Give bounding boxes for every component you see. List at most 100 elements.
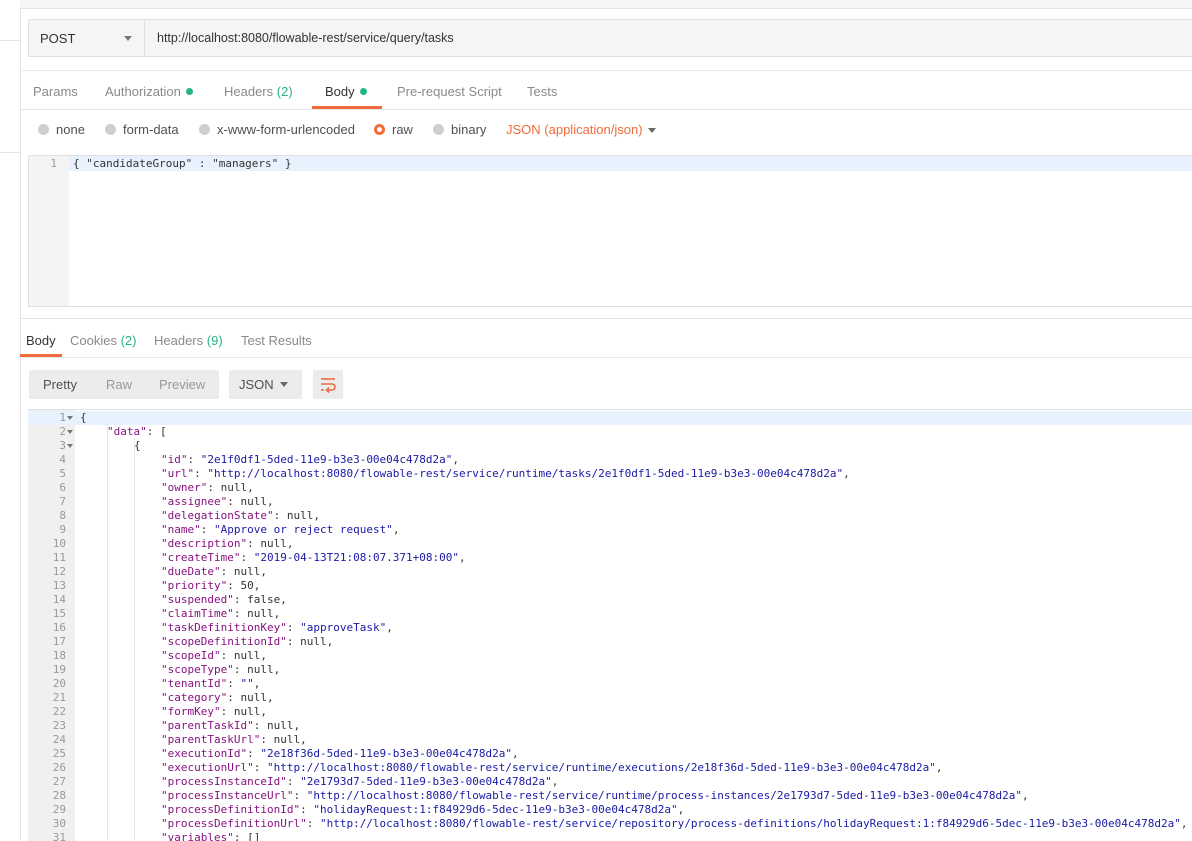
- code-text: "processDefinitionUrl": "http://localhos…: [161, 817, 1188, 830]
- radio-label: none: [56, 122, 85, 137]
- url-input[interactable]: http://localhost:8080/flowable-rest/serv…: [157, 31, 454, 45]
- line-number: 18: [52, 649, 66, 662]
- sidebar-divider: [0, 40, 20, 41]
- wrap-lines-button[interactable]: [313, 370, 343, 399]
- fold-toggle-icon[interactable]: [67, 430, 73, 434]
- tab-response-headers[interactable]: Headers (9): [154, 333, 223, 348]
- line-number: 1: [50, 157, 57, 170]
- line-number: 26: [52, 761, 66, 774]
- line-number: 4: [59, 453, 66, 466]
- code-line: 24 "parentTaskUrl": null,: [28, 733, 1192, 747]
- code-line: 12 "dueDate": null,: [28, 565, 1192, 579]
- headers-count: (2): [276, 84, 293, 99]
- code-text: "scopeType": null,: [161, 663, 281, 676]
- tab-authorization[interactable]: Authorization: [105, 84, 193, 99]
- radio-urlencoded[interactable]: x-www-form-urlencoded: [199, 122, 355, 137]
- chevron-down-icon: [124, 36, 132, 41]
- chevron-down-icon[interactable]: [648, 128, 656, 133]
- line-gutter: [29, 156, 69, 306]
- code-line: 2 "data": [: [28, 425, 1192, 439]
- code-text: "parentTaskId": null,: [161, 719, 301, 732]
- radio-none[interactable]: none: [38, 122, 85, 137]
- method-value: POST: [40, 31, 76, 46]
- tab-label: Headers: [154, 333, 204, 348]
- raw-button[interactable]: Raw: [106, 377, 132, 392]
- pane-divider[interactable]: [20, 318, 1192, 319]
- active-tab-indicator: [312, 106, 382, 109]
- response-headers-count: (9): [206, 333, 223, 348]
- code-text: "executionId": "2e18f36d-5ded-11e9-b3e3-…: [161, 747, 519, 760]
- tab-prerequest-script[interactable]: Pre-request Script: [397, 84, 502, 99]
- line-number: 20: [52, 677, 66, 690]
- code-text: "processInstanceUrl": "http://localhost:…: [161, 789, 1029, 802]
- radio-icon: [38, 124, 49, 135]
- code-line: 25 "executionId": "2e18f36d-5ded-11e9-b3e…: [28, 747, 1192, 761]
- tab-headers[interactable]: Headers (2): [224, 84, 293, 99]
- radio-form-data[interactable]: form-data: [105, 122, 179, 137]
- sidebar-divider: [0, 152, 20, 153]
- method-select[interactable]: POST: [29, 20, 145, 56]
- code-line: 1{: [28, 411, 1192, 425]
- code-text: "name": "Approve or reject request",: [161, 523, 400, 536]
- code-text: "owner": null,: [161, 481, 254, 494]
- tab-label: Headers: [224, 84, 274, 99]
- code-line: 10 "description": null,: [28, 537, 1192, 551]
- tab-test-results[interactable]: Test Results: [241, 333, 312, 348]
- code-text: "taskDefinitionKey": "approveTask",: [161, 621, 393, 634]
- radio-label: raw: [392, 122, 413, 137]
- tab-body[interactable]: Body: [325, 84, 367, 99]
- code-line: 19 "scopeType": null,: [28, 663, 1192, 677]
- code-text: "category": null,: [161, 691, 274, 704]
- code-line: 28 "processInstanceUrl": "http://localhos…: [28, 789, 1192, 803]
- code-line: 27 "processInstanceId": "2e1793d7-5ded-11…: [28, 775, 1192, 789]
- response-body-viewer[interactable]: 1{2 "data": [3{4 "id": "2e1f0df1-5ded-11e9…: [28, 409, 1192, 841]
- line-number: 24: [52, 733, 66, 746]
- code-line: 9 "name": "Approve or reject request",: [28, 523, 1192, 537]
- code-text: "dueDate": null,: [161, 565, 267, 578]
- line-number: 14: [52, 593, 66, 606]
- tab-params[interactable]: Params: [33, 84, 78, 99]
- fold-toggle-icon[interactable]: [67, 416, 73, 420]
- code-text: "description": null,: [161, 537, 294, 550]
- line-number: 13: [52, 579, 66, 592]
- code-line: 6 "owner": null,: [28, 481, 1192, 495]
- pretty-button[interactable]: Pretty: [43, 377, 77, 392]
- code-line: 4 "id": "2e1f0df1-5ded-11e9-b3e3-00e04c47…: [28, 453, 1192, 467]
- request-body-text: { "candidateGroup" : "managers" }: [73, 157, 292, 170]
- request-tabs: Params Authorization Headers (2) Body Pr…: [20, 70, 1192, 110]
- preview-button[interactable]: Preview: [159, 377, 205, 392]
- code-line: 5 "url": "http://localhost:8080/flowable-…: [28, 467, 1192, 481]
- wrap-lines-icon: [321, 378, 336, 394]
- radio-icon: [105, 124, 116, 135]
- code-text: {: [80, 411, 87, 424]
- code-text: "suspended": false,: [161, 593, 287, 606]
- chevron-down-icon: [280, 382, 288, 387]
- tab-tests[interactable]: Tests: [527, 84, 557, 99]
- code-text: "parentTaskUrl": null,: [161, 733, 307, 746]
- tab-cookies[interactable]: Cookies (2): [70, 333, 136, 348]
- format-select[interactable]: JSON: [229, 370, 302, 399]
- radio-raw[interactable]: raw: [374, 122, 413, 137]
- line-number: 21: [52, 691, 66, 704]
- line-number: 7: [59, 495, 66, 508]
- code-text: "formKey": null,: [161, 705, 267, 718]
- line-number: 6: [59, 481, 66, 494]
- code-line: 22 "formKey": null,: [28, 705, 1192, 719]
- status-dot-icon: [359, 88, 367, 95]
- tab-response-body[interactable]: Body: [26, 333, 56, 348]
- line-number: 2: [59, 425, 66, 438]
- radio-binary[interactable]: binary: [433, 122, 486, 137]
- code-line: 29 "processDefinitionId": "holidayRequest…: [28, 803, 1192, 817]
- code-text: "executionUrl": "http://localhost:8080/f…: [161, 761, 943, 774]
- line-number: 11: [52, 551, 66, 564]
- request-body-editor[interactable]: 1 { "candidateGroup" : "managers" }: [28, 155, 1192, 307]
- fold-toggle-icon[interactable]: [67, 444, 73, 448]
- content-type-select[interactable]: JSON (application/json): [506, 122, 643, 137]
- code-line: 18 "scopeId": null,: [28, 649, 1192, 663]
- cookies-count: (2): [120, 333, 137, 348]
- code-line: 13 "priority": 50,: [28, 579, 1192, 593]
- line-number: 25: [52, 747, 66, 760]
- line-number: 17: [52, 635, 66, 648]
- line-number: 16: [52, 621, 66, 634]
- radio-icon: [199, 124, 210, 135]
